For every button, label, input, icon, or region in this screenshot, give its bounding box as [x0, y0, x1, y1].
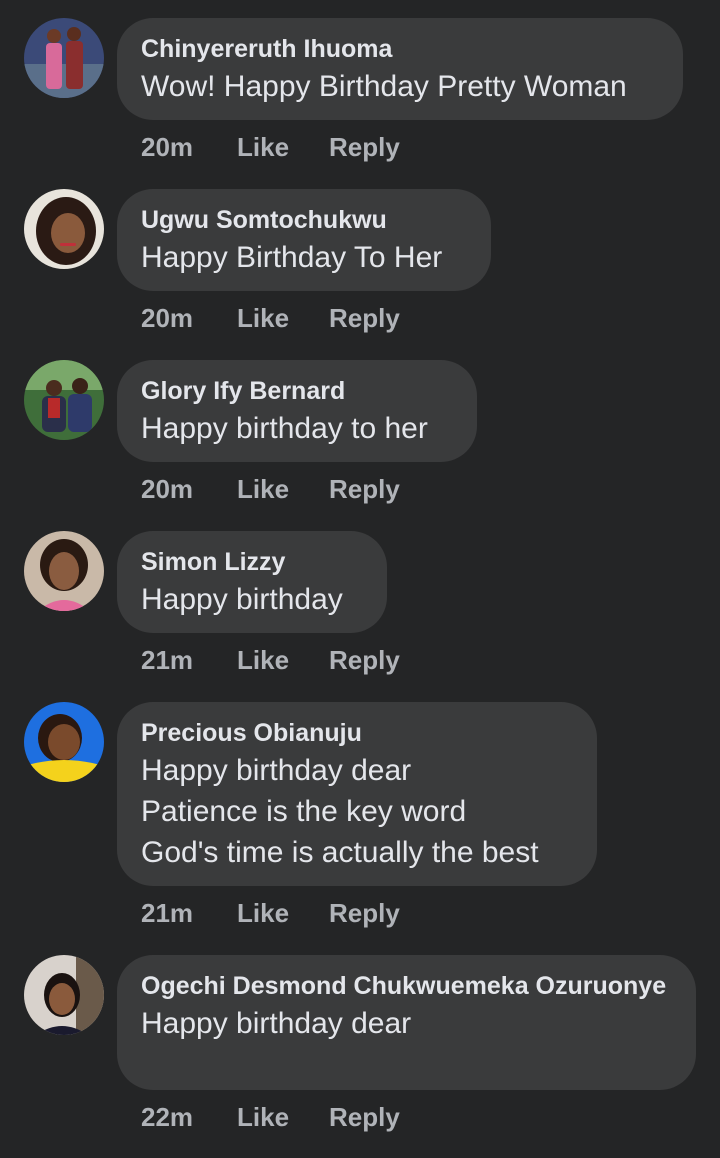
comment-actions: 20m Like Reply: [141, 130, 400, 164]
comment-actions: 21m Like Reply: [141, 896, 400, 930]
comment-timestamp[interactable]: 21m: [141, 896, 237, 930]
comment-author[interactable]: Ogechi Desmond Chukwuemeka Ozuruonye: [141, 969, 672, 1003]
like-button[interactable]: Like: [237, 472, 329, 506]
comment-actions: 20m Like Reply: [141, 472, 400, 506]
comment-author[interactable]: Simon Lizzy: [141, 545, 363, 579]
avatar[interactable]: [24, 531, 104, 611]
avatar-photo: [24, 531, 104, 611]
avatar-photo: [24, 955, 104, 1035]
like-button[interactable]: Like: [237, 301, 329, 335]
comment-timestamp[interactable]: 22m: [141, 1100, 237, 1134]
comment-bubble: Glory Ify Bernard Happy birthday to her: [117, 360, 477, 462]
comment-actions: 21m Like Reply: [141, 643, 400, 677]
like-button[interactable]: Like: [237, 896, 329, 930]
comment-actions: 20m Like Reply: [141, 301, 400, 335]
comment-actions: 22m Like Reply: [141, 1100, 400, 1134]
comment-text-line: Patience is the key word: [141, 795, 467, 828]
avatar-photo: [24, 702, 104, 782]
comment-bubble: Ugwu Somtochukwu Happy Birthday To Her: [117, 189, 491, 291]
comment-timestamp[interactable]: 20m: [141, 130, 237, 164]
reply-button[interactable]: Reply: [329, 643, 400, 677]
comment-timestamp[interactable]: 20m: [141, 472, 237, 506]
comment-bubble: Simon Lizzy Happy birthday: [117, 531, 387, 633]
comment-text-line: God's time is actually the best: [141, 836, 539, 869]
comment-author[interactable]: Chinyereruth Ihuoma: [141, 32, 659, 66]
avatar[interactable]: [24, 702, 104, 782]
reply-button[interactable]: Reply: [329, 130, 400, 164]
like-button[interactable]: Like: [237, 1100, 329, 1134]
avatar-photo: [24, 360, 104, 440]
avatar[interactable]: [24, 18, 104, 98]
comment-timestamp[interactable]: 20m: [141, 301, 237, 335]
comment-text: Happy birthday dear: [141, 1007, 412, 1040]
like-button[interactable]: Like: [237, 130, 329, 164]
comment-text-line: Happy birthday dear: [141, 754, 412, 787]
comment-bubble: Ogechi Desmond Chukwuemeka Ozuruonye Hap…: [117, 955, 696, 1090]
comment-author[interactable]: Glory Ify Bernard: [141, 374, 453, 408]
comment-bubble: Precious Obianuju Happy birthday dear Pa…: [117, 702, 597, 886]
avatar[interactable]: [24, 955, 104, 1035]
comment-text: Happy birthday: [141, 583, 343, 616]
comment-bubble: Chinyereruth Ihuoma Wow! Happy Birthday …: [117, 18, 683, 120]
avatar[interactable]: [24, 360, 104, 440]
comment-text: Wow! Happy Birthday Pretty Woman: [141, 70, 627, 103]
reply-button[interactable]: Reply: [329, 1100, 400, 1134]
comment-text: Happy Birthday To Her: [141, 241, 443, 274]
like-button[interactable]: Like: [237, 643, 329, 677]
reply-button[interactable]: Reply: [329, 896, 400, 930]
reply-button[interactable]: Reply: [329, 301, 400, 335]
comment-author[interactable]: Ugwu Somtochukwu: [141, 203, 467, 237]
avatar[interactable]: [24, 189, 104, 269]
comment-author[interactable]: Precious Obianuju: [141, 716, 573, 750]
comment-text: Happy birthday to her: [141, 412, 428, 445]
comment-timestamp[interactable]: 21m: [141, 643, 237, 677]
avatar-photo: [24, 18, 104, 98]
comment-list: Chinyereruth Ihuoma Wow! Happy Birthday …: [0, 0, 720, 1158]
avatar-photo: [24, 189, 104, 269]
reply-button[interactable]: Reply: [329, 472, 400, 506]
